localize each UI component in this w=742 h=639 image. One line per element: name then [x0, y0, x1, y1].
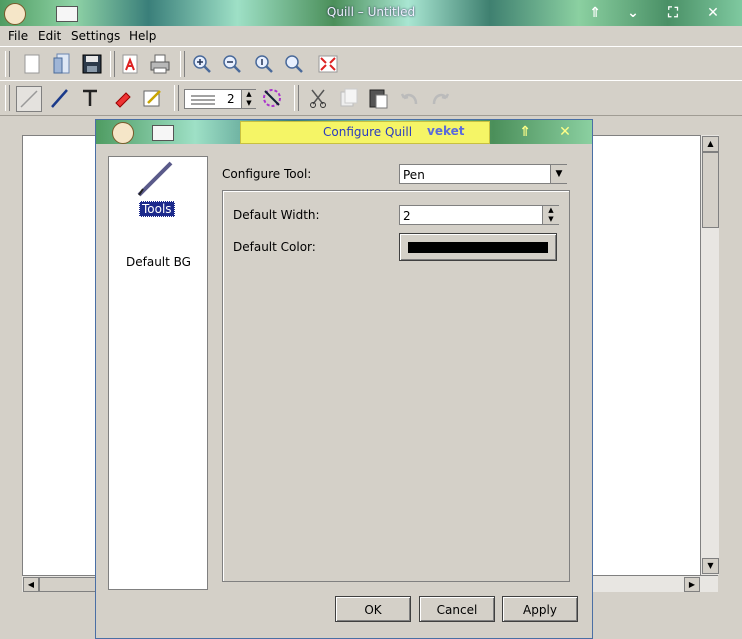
toolbar-grip[interactable]	[5, 85, 10, 111]
menubar: File Edit Settings Help	[0, 26, 742, 46]
default-width-value: 2	[403, 209, 411, 223]
configure-tool-label: Configure Tool:	[222, 167, 312, 181]
minimize-icon[interactable]: ⌄	[624, 4, 642, 22]
highlighter-tool-icon[interactable]	[140, 86, 164, 110]
select-tool-icon[interactable]	[16, 86, 42, 112]
export-pdf-icon[interactable]	[118, 52, 142, 76]
line-width-value: 2	[227, 92, 235, 106]
cut-icon[interactable]	[306, 86, 330, 110]
pen-icon[interactable]	[135, 159, 175, 199]
dialog-titlebar[interactable]: Configure Quill veket ⇑ ✕	[96, 120, 592, 144]
window-titlebar[interactable]: Quill – Untitled ⇑ ⌄ ⛶ ✕	[0, 0, 742, 26]
zoom-fit-icon[interactable]	[282, 52, 306, 76]
default-width-spinbox[interactable]: 2 ▲ ▼	[399, 205, 559, 225]
toolbar-grip[interactable]	[180, 51, 185, 77]
vertical-scroll-thumb[interactable]	[702, 152, 719, 228]
toolbar-grip[interactable]	[110, 51, 115, 77]
pen-color-icon[interactable]	[260, 86, 284, 110]
configure-tool-value: Pen	[403, 168, 425, 182]
pen-tool-icon[interactable]	[48, 86, 72, 110]
vertical-scrollbar[interactable]: ▲ ▼	[700, 135, 719, 575]
apply-button[interactable]: Apply	[502, 596, 578, 622]
undo-icon[interactable]	[398, 86, 422, 110]
cancel-button[interactable]: Cancel	[419, 596, 495, 622]
configure-dialog: Configure Quill veket ⇑ ✕ Tools Default …	[95, 119, 593, 639]
print-icon[interactable]	[148, 52, 172, 76]
menu-file[interactable]: File	[8, 28, 28, 44]
menu-edit[interactable]: Edit	[38, 28, 61, 44]
dialog-tag: veket	[427, 124, 465, 138]
toolbar-file	[0, 46, 742, 82]
dialog-shade-icon[interactable]: ⇑	[516, 123, 534, 141]
width-spin-arrows-icon[interactable]: ▲ ▼	[542, 206, 559, 224]
text-tool-icon[interactable]	[78, 86, 102, 110]
maximize-icon[interactable]: ⛶	[664, 4, 682, 22]
tool-settings-group: Default Width: 2 ▲ ▼ Default Color:	[222, 190, 570, 582]
new-file-icon[interactable]	[20, 52, 44, 76]
scroll-left-icon[interactable]: ◀	[23, 577, 39, 592]
ok-button[interactable]: OK	[335, 596, 411, 622]
copy-icon[interactable]	[336, 86, 360, 110]
configure-tool-select[interactable]: Pen ▼	[399, 164, 567, 184]
zoom-in-icon[interactable]	[190, 52, 214, 76]
open-file-icon[interactable]	[50, 52, 74, 76]
save-icon[interactable]	[80, 52, 104, 76]
dialog-menu-icon[interactable]	[152, 125, 174, 141]
default-color-button[interactable]	[399, 233, 557, 261]
scroll-right-icon[interactable]: ▶	[684, 577, 700, 592]
eraser-tool-icon[interactable]	[110, 86, 134, 110]
toolbar-draw: 2 ▲ ▼	[0, 80, 742, 116]
default-color-swatch	[408, 242, 548, 253]
shade-icon[interactable]: ⇑	[586, 4, 604, 22]
scroll-up-icon[interactable]: ▲	[702, 136, 719, 152]
spin-arrows-icon[interactable]: ▲ ▼	[241, 90, 256, 108]
toolbar-grip[interactable]	[174, 85, 179, 111]
paste-icon[interactable]	[366, 86, 390, 110]
zoom-out-icon[interactable]	[220, 52, 244, 76]
close-icon[interactable]: ✕	[704, 4, 722, 22]
line-width-spinbox[interactable]: 2 ▲ ▼	[184, 89, 256, 109]
redo-icon[interactable]	[428, 86, 452, 110]
chevron-down-icon[interactable]: ▼	[550, 165, 567, 183]
fullscreen-icon[interactable]	[316, 52, 340, 76]
dialog-close-icon[interactable]: ✕	[556, 123, 574, 141]
menu-settings[interactable]: Settings	[71, 28, 120, 44]
dialog-title: Configure Quill	[323, 125, 413, 139]
default-width-label: Default Width:	[233, 208, 320, 222]
scroll-down-icon[interactable]: ▼	[702, 558, 719, 574]
sidebar-item-default-bg[interactable]: Default BG	[126, 255, 191, 269]
dialog-app-icon[interactable]	[112, 122, 134, 144]
default-color-label: Default Color:	[233, 240, 316, 254]
dialog-title-area: Configure Quill veket	[240, 121, 490, 144]
toolbar-grip[interactable]	[5, 51, 10, 77]
sidebar-item-tools[interactable]: Tools	[139, 201, 175, 217]
menu-help[interactable]: Help	[129, 28, 156, 44]
toolbar-grip[interactable]	[294, 85, 299, 111]
config-sidebar: Tools Default BG	[108, 156, 208, 590]
zoom-original-icon[interactable]	[252, 52, 276, 76]
